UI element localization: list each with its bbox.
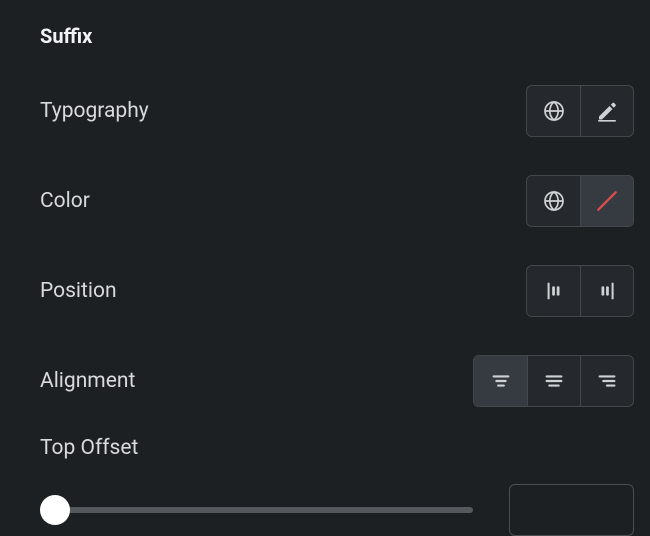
typography-global-button[interactable] [527, 86, 580, 136]
row-color: Color [40, 174, 634, 228]
align-center-button[interactable] [474, 356, 527, 406]
color-none-button[interactable] [580, 176, 633, 226]
slider-thumb[interactable] [40, 495, 70, 525]
align-left-bar-icon [543, 280, 565, 302]
no-color-icon [594, 188, 620, 214]
align-justify-icon [543, 370, 565, 392]
color-label: Color [40, 189, 90, 213]
align-right-bar-icon [596, 280, 618, 302]
color-global-button[interactable] [527, 176, 580, 226]
globe-icon [542, 189, 566, 213]
pencil-icon [595, 99, 619, 123]
position-after-button[interactable] [580, 266, 633, 316]
row-typography: Typography [40, 84, 634, 138]
top-offset-controls [40, 484, 634, 536]
top-offset-slider[interactable] [40, 494, 481, 526]
row-top-offset: Top Offset [40, 436, 634, 536]
align-center-icon [490, 370, 512, 392]
position-label: Position [40, 279, 117, 303]
position-before-button[interactable] [527, 266, 580, 316]
typography-label: Typography [40, 99, 149, 123]
globe-icon [542, 99, 566, 123]
section-title: Suffix [40, 24, 634, 48]
slider-track [48, 507, 473, 513]
alignment-label: Alignment [40, 369, 135, 393]
color-buttons [526, 175, 634, 227]
typography-buttons [526, 85, 634, 137]
align-justify-button[interactable] [527, 356, 580, 406]
position-buttons [526, 265, 634, 317]
top-offset-input[interactable] [509, 484, 634, 536]
typography-edit-button[interactable] [580, 86, 633, 136]
align-left-icon [596, 370, 618, 392]
align-left-button[interactable] [580, 356, 633, 406]
top-offset-label: Top Offset [40, 436, 634, 460]
alignment-buttons [473, 355, 634, 407]
row-position: Position [40, 264, 634, 318]
row-alignment: Alignment [40, 354, 634, 408]
